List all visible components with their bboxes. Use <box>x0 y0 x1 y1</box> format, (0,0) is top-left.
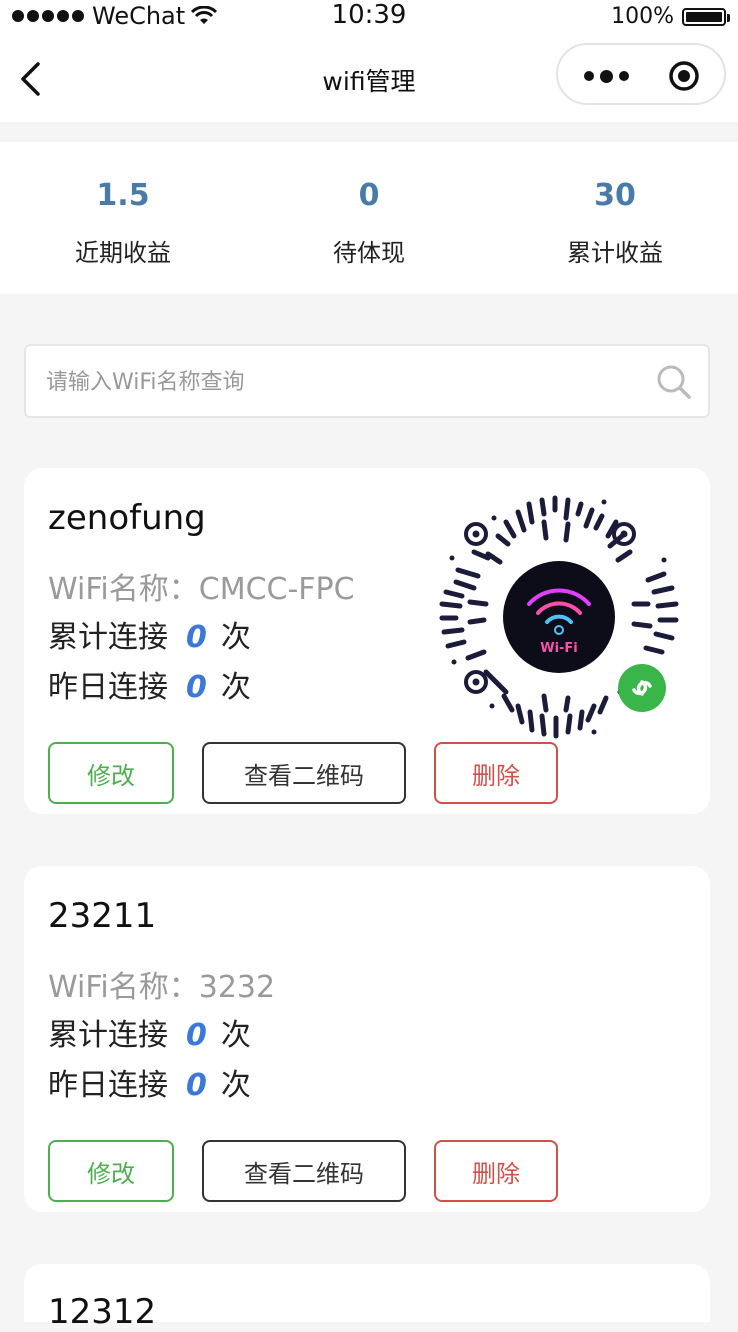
ssid-label: WiFi名称： <box>48 572 199 607</box>
stat-recent-earnings: 1.5 近期收益 <box>0 142 246 294</box>
yesterday-connections-label: 昨日连接 <box>48 670 168 705</box>
wifi-card-title: zenofung <box>48 498 206 538</box>
wifi-card-title: 23211 <box>48 896 157 936</box>
wifi-card-title: 12312 <box>48 1292 157 1332</box>
nav-bar: wifi管理 <box>0 34 738 122</box>
miniprogram-qr-code[interactable]: Wi-Fi <box>434 492 684 742</box>
ssid-value: CMCC-FPC <box>198 572 355 607</box>
stat-label: 近期收益 <box>75 239 171 267</box>
total-connections-count: 0 <box>186 1018 207 1053</box>
stat-total-earnings: 30 累计收益 <box>492 142 738 294</box>
stat-label: 待体现 <box>333 239 405 267</box>
wifi-card: 23211 WiFi名称： 3232 累计连接 0 次 昨日连接 0 次 修改 … <box>24 866 710 1212</box>
back-button[interactable] <box>8 54 52 104</box>
close-miniprogram-icon[interactable] <box>668 60 700 92</box>
count-unit: 次 <box>220 1068 251 1103</box>
yesterday-connections-label: 昨日连接 <box>48 1068 168 1103</box>
yesterday-connections-count: 0 <box>186 670 207 705</box>
stat-value: 30 <box>594 178 636 213</box>
battery-status: 100% <box>611 4 730 29</box>
total-connections-label: 累计连接 <box>48 1018 168 1053</box>
status-bar: WeChat 10:39 100% <box>0 0 738 34</box>
view-qr-button[interactable]: 查看二维码 <box>202 1140 406 1202</box>
stat-pending-withdrawal: 0 待体现 <box>246 142 492 294</box>
search-icon[interactable] <box>654 362 694 402</box>
delete-button[interactable]: 删除 <box>434 742 558 804</box>
search-bar <box>24 344 710 418</box>
battery-icon <box>682 7 730 26</box>
stat-label: 累计收益 <box>567 239 663 267</box>
earnings-summary: 1.5 近期收益 0 待体现 30 累计收益 <box>0 142 738 294</box>
wifi-card: zenofung WiFi名称： CMCC-FPC 累计连接 0 次 昨日连接 … <box>24 468 710 814</box>
delete-button[interactable]: 删除 <box>434 1140 558 1202</box>
search-input[interactable] <box>46 364 626 400</box>
count-unit: 次 <box>220 1018 251 1053</box>
count-unit: 次 <box>220 620 251 655</box>
total-connections-count: 0 <box>186 620 207 655</box>
edit-button[interactable]: 修改 <box>48 742 174 804</box>
yesterday-connections-row: 昨日连接 0 次 <box>48 1060 251 1104</box>
miniprogram-capsule <box>556 43 726 105</box>
ssid-value: 3232 <box>198 970 276 1005</box>
edit-button[interactable]: 修改 <box>48 1140 174 1202</box>
more-button[interactable] <box>576 63 636 89</box>
wifi-ssid-row: WiFi名称： 3232 <box>48 962 275 1006</box>
battery-percent: 100% <box>611 4 674 29</box>
wifi-card: 12312 <box>24 1264 710 1332</box>
stat-value: 1.5 <box>96 178 150 213</box>
stat-value: 0 <box>358 178 380 213</box>
wifi-ssid-row: WiFi名称： CMCC-FPC <box>48 564 355 608</box>
chevron-left-icon <box>21 62 40 96</box>
yesterday-connections-count: 0 <box>186 1068 207 1103</box>
qr-center-text: Wi-Fi <box>540 641 578 656</box>
total-connections-label: 累计连接 <box>48 620 168 655</box>
count-unit: 次 <box>220 670 251 705</box>
yesterday-connections-row: 昨日连接 0 次 <box>48 662 251 706</box>
ssid-label: WiFi名称： <box>48 970 199 1005</box>
total-connections-row: 累计连接 0 次 <box>48 612 251 656</box>
total-connections-row: 累计连接 0 次 <box>48 1010 251 1054</box>
view-qr-button[interactable]: 查看二维码 <box>202 742 406 804</box>
